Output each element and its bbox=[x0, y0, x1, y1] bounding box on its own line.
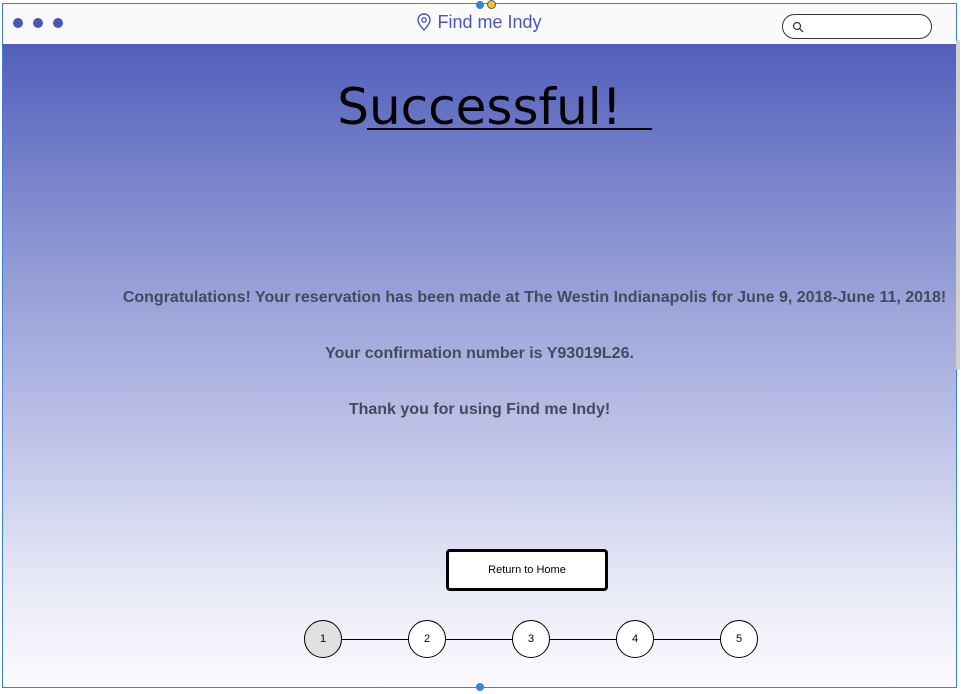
return-home-button[interactable]: Return to Home bbox=[446, 549, 608, 591]
thank-you-message: Thank you for using Find me Indy! bbox=[348, 401, 611, 418]
title-underline bbox=[367, 128, 652, 130]
step-5[interactable]: 5 bbox=[720, 620, 758, 658]
top-bar: Find me Indy bbox=[3, 4, 956, 45]
step-3[interactable]: 3 bbox=[512, 620, 550, 658]
step-2[interactable]: 2 bbox=[408, 620, 446, 658]
step-1[interactable]: 1 bbox=[304, 620, 342, 658]
selection-handle-top[interactable] bbox=[476, 1, 484, 9]
confirmation-panel: Successful! Congratulations! Your reserv… bbox=[3, 44, 956, 687]
rotation-handle[interactable] bbox=[487, 0, 496, 9]
search-input[interactable] bbox=[782, 14, 932, 39]
confirmation-number-message: Your confirmation number is Y93019L26. bbox=[325, 345, 634, 362]
congratulations-message: Congratulations! Your reservation has be… bbox=[122, 289, 947, 306]
scrollbar[interactable] bbox=[956, 40, 960, 370]
selection-handle-bottom[interactable] bbox=[476, 683, 484, 691]
location-pin-icon bbox=[417, 13, 432, 36]
app-window: Find me Indy Successful! Congratulations… bbox=[2, 3, 957, 688]
app-title: Find me Indy bbox=[437, 12, 542, 32]
search-icon bbox=[792, 20, 804, 38]
step-indicator: 1 2 3 4 5 bbox=[304, 620, 761, 660]
step-4[interactable]: 4 bbox=[616, 620, 654, 658]
